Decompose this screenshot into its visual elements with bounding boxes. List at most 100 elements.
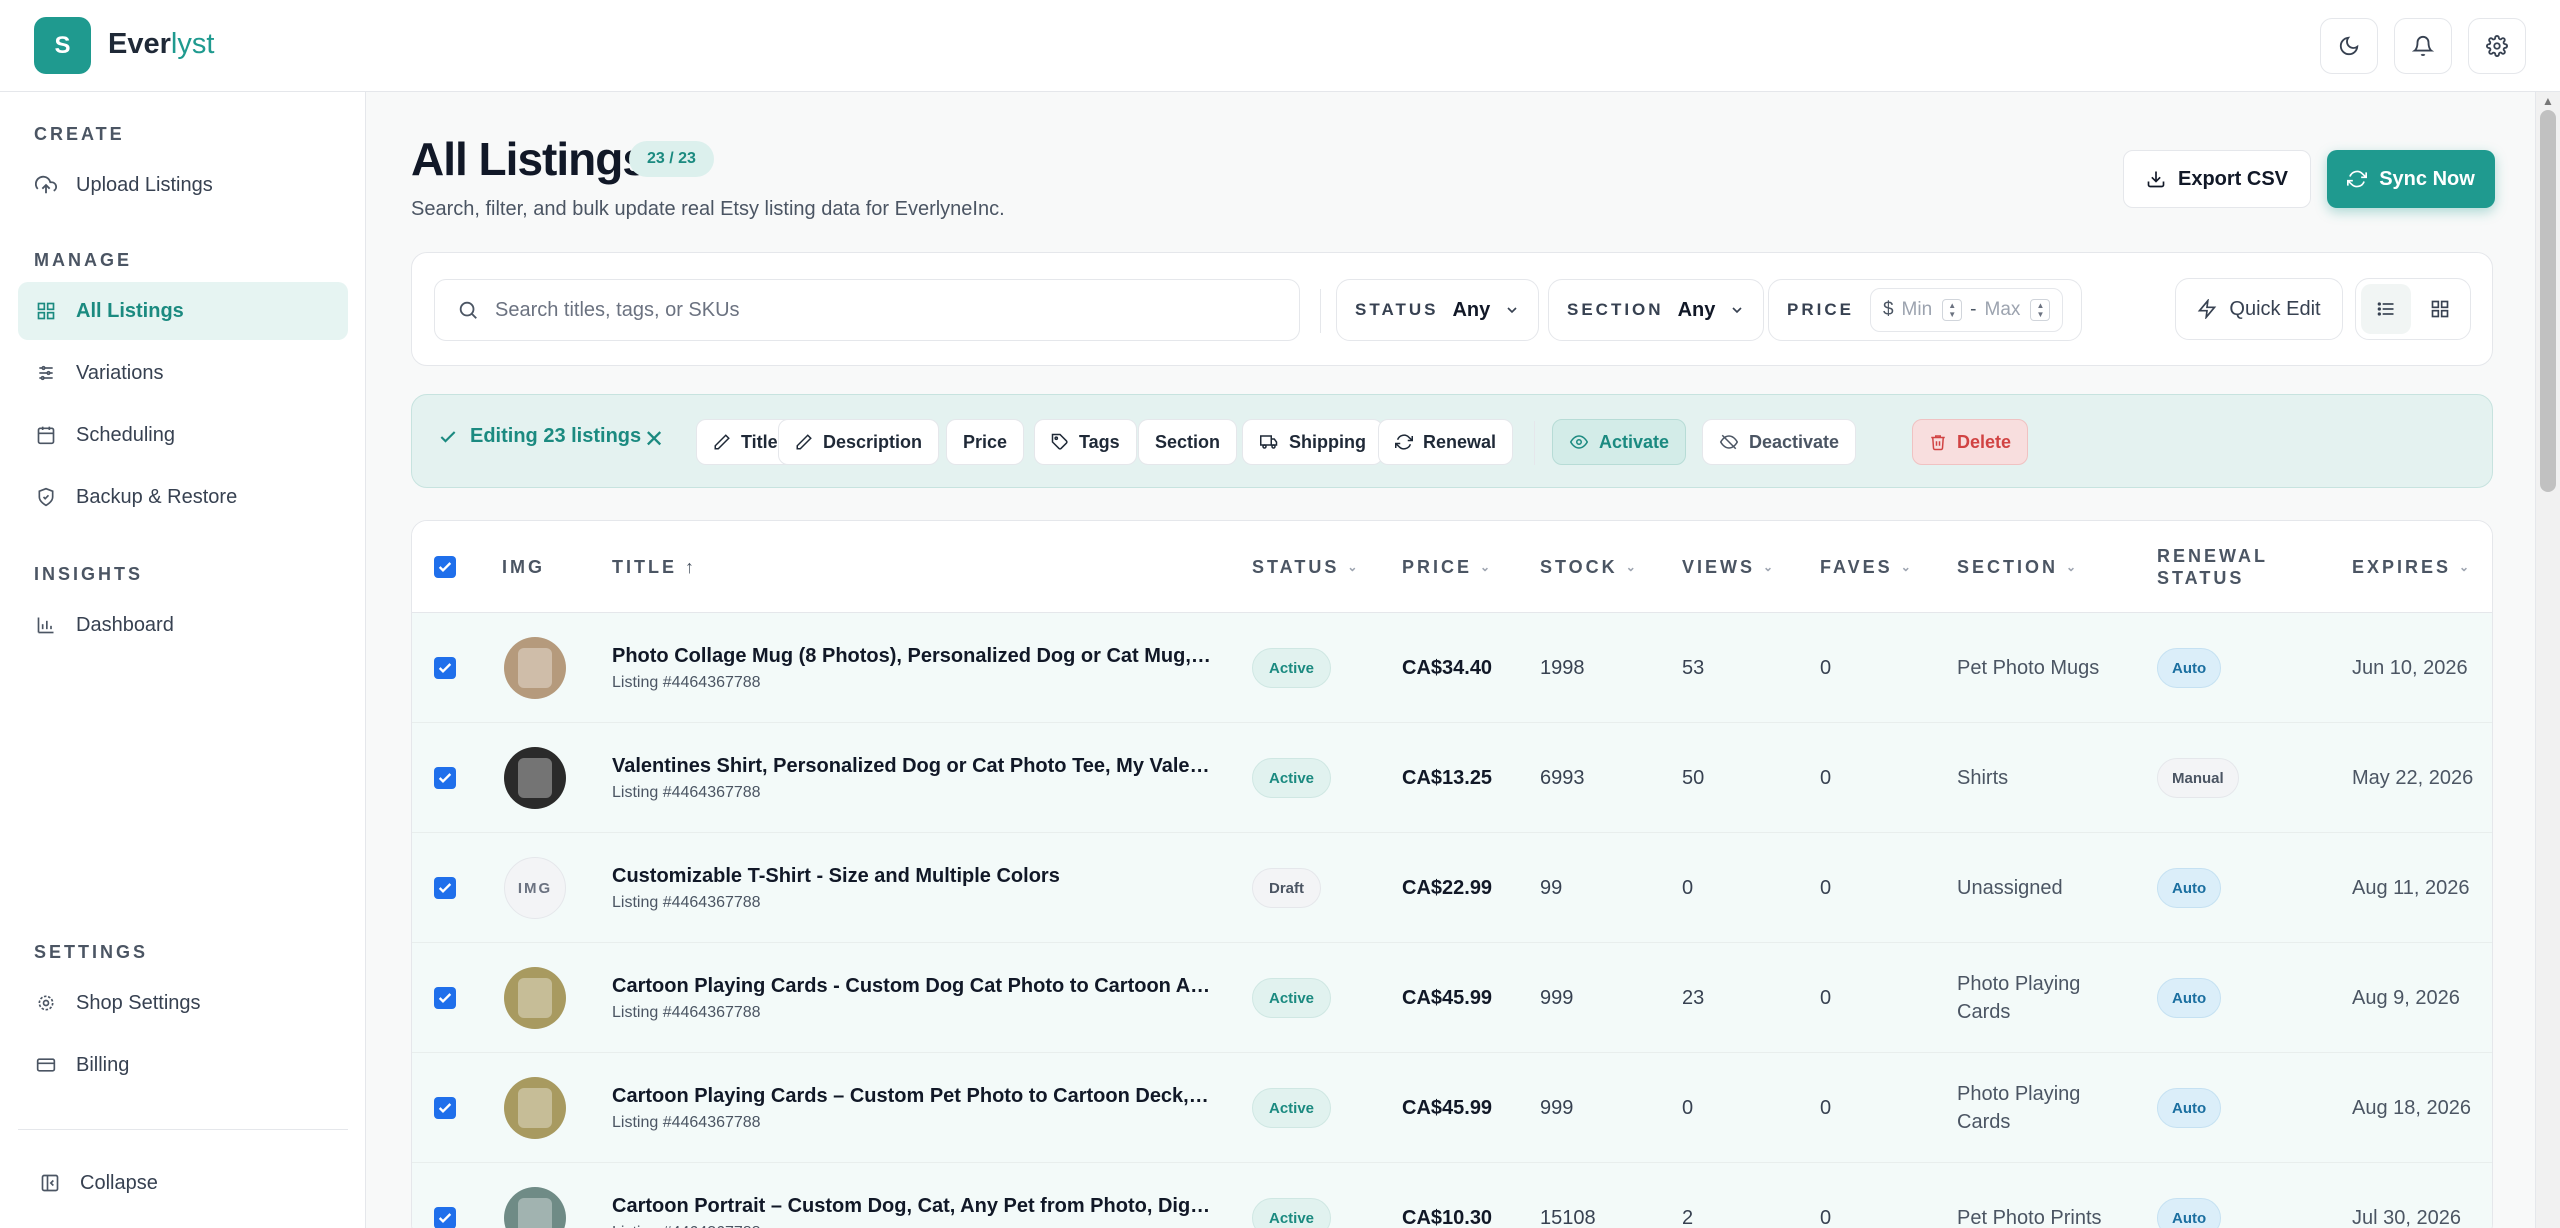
listing-price: CA$13.25 <box>1402 766 1493 789</box>
scroll-up-arrow[interactable]: ▲ <box>2542 94 2554 108</box>
listing-title[interactable]: Cartoon Portrait – Custom Dog, Cat, Any … <box>612 1195 1212 1218</box>
collapse-label: Collapse <box>80 1171 158 1194</box>
table-row[interactable]: IMG Customizable T-Shirt - Size and Multi… <box>412 833 2492 943</box>
sidebar-item-scheduling[interactable]: Scheduling <box>18 406 348 464</box>
bulk-edit-section-button[interactable]: Section <box>1138 419 1238 465</box>
listing-thumbnail[interactable] <box>504 747 566 809</box>
listing-stock: 999 <box>1540 1096 1574 1119</box>
column-header-stock[interactable]: STOCK ⌄ <box>1540 521 1636 613</box>
table-row[interactable]: Cartoon Playing Cards - Custom Dog Cat P… <box>412 943 2492 1053</box>
search-input[interactable] <box>495 298 1255 322</box>
list-view-button[interactable] <box>2361 284 2411 334</box>
sidebar-item-all-listings[interactable]: All Listings <box>18 282 348 340</box>
listing-thumbnail[interactable] <box>504 1077 566 1139</box>
settings-button[interactable] <box>2468 18 2526 74</box>
quick-edit-button[interactable]: Quick Edit <box>2175 278 2343 340</box>
table-row[interactable]: Photo Collage Mug (8 Photos), Personaliz… <box>412 613 2492 723</box>
bulk-edit-description-button[interactable]: Description <box>778 419 940 465</box>
listing-id: Listing #4464367788 <box>612 783 761 801</box>
listing-faves: 0 <box>1820 986 1832 1009</box>
activate-button[interactable]: Activate <box>1552 419 1687 465</box>
price-max-input[interactable]: Max ▲ ▼ <box>1985 299 2051 321</box>
listing-title-cell[interactable]: Valentines Shirt, Personalized Dog or Ca… <box>612 755 1212 802</box>
deactivate-button[interactable]: Deactivate <box>1702 419 1857 465</box>
credit-card-icon <box>34 1053 58 1077</box>
listing-title-cell[interactable]: Cartoon Playing Cards - Custom Dog Cat P… <box>612 975 1212 1022</box>
page-scrollbar[interactable]: ▲ <box>2535 92 2560 1228</box>
row-checkbox[interactable] <box>434 1053 456 1163</box>
bulk-edit-renewal-button[interactable]: Renewal <box>1378 419 1514 465</box>
sync-now-button[interactable]: Sync Now <box>2327 150 2495 208</box>
column-header-views[interactable]: VIEWS ⌄ <box>1682 521 1773 613</box>
search-box[interactable] <box>434 279 1300 341</box>
clear-selection-button[interactable]: ✕ <box>644 425 664 454</box>
status-filter[interactable]: STATUS Any <box>1336 279 1540 341</box>
listing-thumbnail[interactable] <box>504 1187 566 1228</box>
listing-section: Pet Photo Mugs <box>1957 657 2100 679</box>
listing-section: Unassigned <box>1957 877 2063 899</box>
delete-button[interactable]: Delete <box>1912 419 2029 465</box>
sidebar-item-upload-listings[interactable]: Upload Listings <box>18 156 348 214</box>
status-filter-label: STATUS <box>1355 300 1439 319</box>
table-row[interactable]: Cartoon Playing Cards – Custom Pet Photo… <box>412 1053 2492 1163</box>
collapse-sidebar-button[interactable]: Collapse <box>22 1154 352 1212</box>
price-min-input[interactable]: Min ▲ ▼ <box>1902 299 1963 321</box>
section-filter[interactable]: SECTION Any <box>1548 279 1765 341</box>
listing-price: CA$10.30 <box>1402 1206 1493 1228</box>
listing-thumbnail[interactable] <box>504 637 566 699</box>
select-all-checkbox[interactable] <box>434 521 456 613</box>
sidebar-item-dashboard[interactable]: Dashboard <box>18 596 348 654</box>
grid-icon <box>2431 300 2449 318</box>
bulk-edit-price-button[interactable]: Price <box>946 419 1025 465</box>
row-checkbox[interactable] <box>434 613 456 723</box>
column-header-renewal-status[interactable]: RENEWAL STATUS <box>2157 521 2268 613</box>
status-badge: Active <box>1252 1088 1332 1128</box>
column-header-section[interactable]: SECTION ⌄ <box>1957 521 2076 613</box>
notifications-button[interactable] <box>2394 18 2452 74</box>
column-header-status[interactable]: STATUS ⌄ <box>1252 521 1357 613</box>
scroll-thumb[interactable] <box>2540 110 2556 492</box>
listing-price: CA$22.99 <box>1402 876 1493 899</box>
listing-title[interactable]: Customizable T-Shirt - Size and Multiple… <box>612 865 1212 888</box>
grid-view-button[interactable] <box>2415 284 2465 334</box>
column-header-expires[interactable]: EXPIRES ⌄ <box>2352 521 2469 613</box>
table-row[interactable]: Valentines Shirt, Personalized Dog or Ca… <box>412 723 2492 833</box>
price-min-placeholder: Min <box>1901 299 1933 320</box>
chip-label: Description <box>823 431 923 452</box>
shop-avatar[interactable]: S <box>34 17 91 74</box>
listing-id: Listing #4464367788 <box>612 1113 761 1131</box>
pencil-icon <box>796 434 812 450</box>
listing-title[interactable]: Photo Collage Mug (8 Photos), Personaliz… <box>612 645 1212 668</box>
sidebar-item-shop-settings[interactable]: Shop Settings <box>18 974 348 1032</box>
column-header-title[interactable]: TITLE ↑ <box>612 521 694 613</box>
list-icon <box>2377 302 2394 316</box>
sidebar-item-variations[interactable]: Variations <box>18 344 348 402</box>
sidebar-item-billing[interactable]: Billing <box>18 1036 348 1094</box>
column-header-price[interactable]: PRICE ⌄ <box>1402 521 1490 613</box>
listing-title[interactable]: Cartoon Playing Cards - Custom Dog Cat P… <box>612 975 1212 998</box>
chip-label: Section <box>1155 431 1221 452</box>
bulk-edit-tags-button[interactable]: Tags <box>1034 419 1137 465</box>
bulk-edit-shipping-button[interactable]: Shipping <box>1242 419 1383 465</box>
delete-label: Delete <box>1957 431 2012 452</box>
listing-thumbnail[interactable] <box>504 967 566 1029</box>
listing-title-cell[interactable]: Customizable T-Shirt - Size and Multiple… <box>612 865 1212 912</box>
price-max-stepper[interactable]: ▲ ▼ <box>2030 299 2051 321</box>
theme-toggle-button[interactable] <box>2320 18 2378 74</box>
listing-title-cell[interactable]: Photo Collage Mug (8 Photos), Personaliz… <box>612 645 1212 692</box>
row-checkbox[interactable] <box>434 723 456 833</box>
sidebar-item-backup-restore[interactable]: Backup & Restore <box>18 468 348 526</box>
listing-title-cell[interactable]: Cartoon Portrait – Custom Dog, Cat, Any … <box>612 1195 1212 1228</box>
column-header-faves[interactable]: FAVES ⌄ <box>1820 521 1911 613</box>
price-min-stepper[interactable]: ▲ ▼ <box>1942 299 1963 321</box>
listing-title[interactable]: Valentines Shirt, Personalized Dog or Ca… <box>612 755 1212 778</box>
listing-stock: 1998 <box>1540 656 1585 679</box>
brand-logo[interactable]: Everlyst <box>108 28 214 61</box>
listing-title-cell[interactable]: Cartoon Playing Cards – Custom Pet Photo… <box>612 1085 1212 1132</box>
table-row[interactable]: Cartoon Portrait – Custom Dog, Cat, Any … <box>412 1163 2492 1228</box>
row-checkbox[interactable] <box>434 943 456 1053</box>
export-csv-button[interactable]: Export CSV <box>2123 150 2311 208</box>
row-checkbox[interactable] <box>434 833 456 943</box>
row-checkbox[interactable] <box>434 1163 456 1228</box>
listing-title[interactable]: Cartoon Playing Cards – Custom Pet Photo… <box>612 1085 1212 1108</box>
